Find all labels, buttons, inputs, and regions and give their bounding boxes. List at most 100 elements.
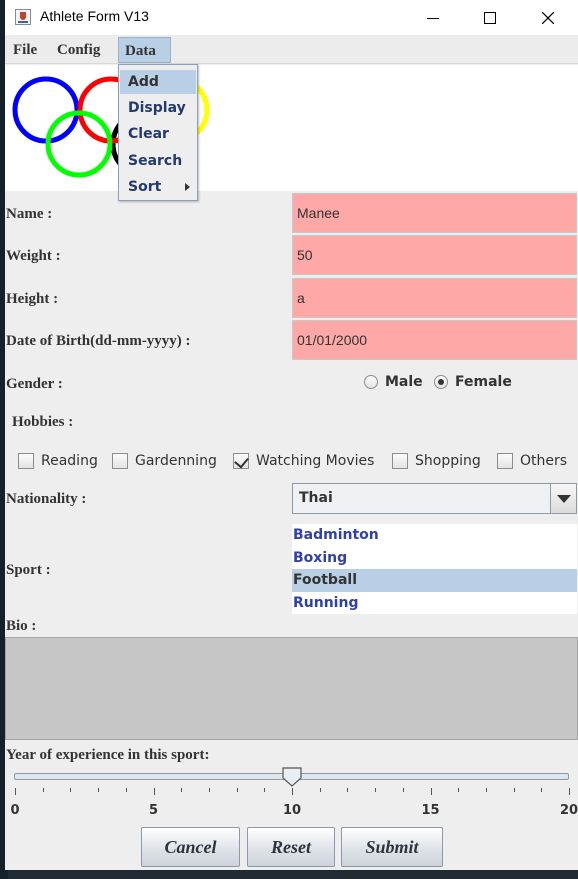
radio-male-label: Male — [385, 374, 423, 390]
data-menu-item-add[interactable]: Add — [120, 70, 196, 94]
checkbox-shopping-indicator — [392, 453, 408, 469]
height-label: Height : — [6, 291, 59, 307]
bio-label: Bio : — [6, 618, 37, 634]
data-menu-dropdown: Add Display Clear Search Sort — [118, 64, 198, 201]
gender-radio-male[interactable]: Male — [364, 374, 423, 390]
name-field[interactable] — [292, 193, 577, 233]
hobby-checkbox-reading[interactable]: Reading — [18, 453, 98, 469]
slider-tick-label: 0 — [10, 803, 20, 818]
maximize-icon — [484, 11, 496, 24]
java-app-icon — [15, 9, 31, 25]
name-label: Name : — [6, 206, 53, 222]
slider-tick — [402, 788, 404, 792]
close-button[interactable] — [525, 0, 571, 35]
combobox-arrow-button[interactable] — [550, 484, 576, 513]
slider-tick — [153, 788, 155, 795]
nationality-label: Nationality : — [6, 491, 87, 507]
minimize-button[interactable] — [410, 0, 456, 35]
height-field[interactable] — [292, 278, 577, 318]
slider-tick — [347, 788, 349, 792]
hobby-checkbox-watching-movies[interactable]: Watching Movies — [233, 453, 374, 469]
data-menu-item-search[interactable]: Search — [120, 149, 196, 173]
slider-tick — [264, 788, 266, 792]
olympic-ring-green — [45, 110, 113, 178]
radio-male-indicator — [364, 375, 378, 389]
hobby-checkbox-shopping[interactable]: Shopping — [392, 453, 481, 469]
olympic-ring-blue — [12, 76, 80, 144]
slider-tick — [292, 788, 293, 795]
checkbox-gardenning-label: Gardenning — [135, 453, 217, 469]
checkbox-shopping-label: Shopping — [415, 453, 481, 469]
reset-button[interactable]: Reset — [247, 827, 335, 867]
data-menu-item-display[interactable]: Display — [120, 96, 196, 120]
nationality-combobox[interactable]: Thai — [292, 483, 577, 514]
checkbox-others-indicator — [497, 453, 513, 469]
slider-tick — [42, 788, 44, 792]
slider-tick — [98, 788, 100, 792]
slider-tick — [485, 788, 487, 792]
data-menu-item-clear[interactable]: Clear — [120, 122, 196, 146]
sport-label: Sport : — [6, 562, 51, 578]
weight-field[interactable] — [292, 235, 577, 275]
slider-tick-label: 20 — [559, 803, 578, 818]
radio-female-label: Female — [455, 374, 512, 390]
dob-field[interactable] — [292, 320, 577, 360]
cancel-button[interactable]: Cancel — [141, 827, 240, 867]
data-menu-item-sort[interactable]: Sort — [120, 175, 196, 199]
submenu-arrow-icon — [185, 183, 190, 191]
data-menu-item-sort-label: Sort — [128, 179, 162, 195]
slider-tick — [15, 788, 16, 795]
dob-label: Date of Birth(dd-mm-yyyy) : — [6, 333, 191, 349]
slider-tick — [208, 788, 210, 792]
slider-tick — [430, 788, 432, 795]
maximize-button[interactable] — [467, 0, 513, 35]
minimize-icon — [427, 17, 439, 19]
athlete-form-window: Athlete Form V13 File Config Data Name :… — [5, 0, 578, 870]
menu-bar: File Config Data — [5, 35, 578, 64]
slider-tick — [458, 788, 460, 792]
slider-tick — [513, 788, 515, 792]
checkbox-gardenning-indicator — [112, 453, 128, 469]
close-icon — [542, 11, 554, 24]
title-bar: Athlete Form V13 — [5, 0, 578, 35]
radio-female-indicator — [434, 375, 448, 389]
checkbox-watching-movies-label: Watching Movies — [256, 453, 375, 469]
slider-tick-label: 15 — [421, 803, 440, 818]
menu-config[interactable]: Config — [51, 37, 106, 63]
weight-label: Weight : — [6, 248, 61, 264]
gender-radio-female[interactable]: Female — [434, 374, 512, 390]
slider-tick — [541, 788, 543, 792]
slider-tick-label: 10 — [282, 803, 302, 818]
submit-button[interactable]: Submit — [341, 827, 443, 867]
window-title: Athlete Form V13 — [40, 8, 149, 24]
checkbox-others-label: Others — [520, 453, 568, 469]
slider-tick — [236, 788, 238, 792]
hobby-checkbox-gardenning[interactable]: Gardenning — [112, 453, 217, 469]
sport-list-item[interactable]: Football — [292, 569, 577, 592]
sport-list[interactable]: Badminton Boxing Football Running — [292, 524, 577, 614]
bio-textarea[interactable] — [5, 637, 578, 740]
sport-list-item[interactable]: Running — [292, 592, 577, 615]
checkbox-watching-movies-indicator — [233, 453, 249, 469]
sport-list-item[interactable]: Boxing — [292, 547, 577, 570]
experience-slider-thumb[interactable] — [282, 767, 302, 787]
checkbox-reading-indicator — [18, 453, 34, 469]
slider-tick — [375, 788, 377, 792]
hobbies-label: Hobbies : — [12, 414, 74, 430]
experience-label: Year of experience in this sport: — [6, 747, 210, 763]
gender-label: Gender : — [6, 376, 63, 392]
slider-tick — [181, 788, 183, 792]
slider-tick — [319, 788, 321, 792]
slider-tick-label: 5 — [148, 803, 159, 818]
slider-tick — [569, 788, 570, 795]
slider-tick — [125, 788, 127, 792]
slider-tick — [70, 788, 72, 792]
checkbox-reading-label: Reading — [41, 453, 98, 469]
sport-list-item[interactable]: Badminton — [292, 524, 577, 547]
logo-panel — [5, 65, 578, 191]
menu-file[interactable]: File — [7, 37, 43, 63]
menu-data[interactable]: Data — [118, 37, 171, 63]
nationality-selected-value: Thai — [299, 490, 333, 506]
hobby-checkbox-others[interactable]: Others — [497, 453, 567, 469]
chevron-down-icon — [556, 494, 571, 503]
